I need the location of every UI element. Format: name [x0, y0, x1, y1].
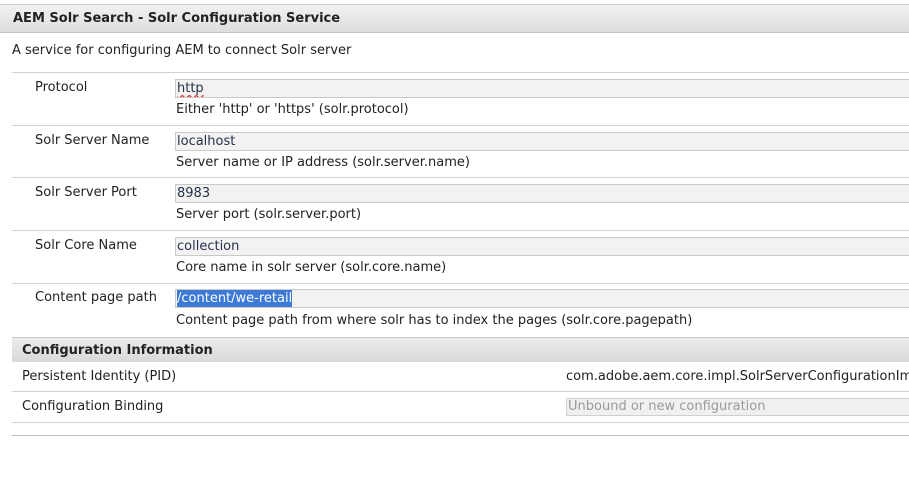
- server-name-input[interactable]: localhost: [175, 132, 909, 151]
- binding-field: Unbound or new configuration: [566, 398, 909, 416]
- content-path-value: /content/we-retail: [177, 290, 293, 307]
- config-info-header: Configuration Information: [12, 337, 909, 362]
- divider: [12, 177, 909, 178]
- protocol-value: http: [177, 81, 204, 96]
- server-port-hint: Server port (solr.server.port): [176, 207, 362, 222]
- server-port-value: 8983: [177, 186, 211, 201]
- core-name-hint: Core name in solr server (solr.core.name…: [176, 260, 447, 275]
- protocol-label: Protocol: [35, 80, 88, 95]
- core-name-input[interactable]: collection: [175, 237, 909, 256]
- pid-label: Persistent Identity (PID): [22, 369, 177, 384]
- core-name-value: collection: [177, 239, 240, 254]
- protocol-input[interactable]: http: [175, 79, 909, 98]
- config-info-title: Configuration Information: [22, 343, 213, 358]
- pid-value: com.adobe.aem.core.impl.SolrServerConfig…: [566, 369, 909, 384]
- server-name-label: Solr Server Name: [35, 133, 150, 148]
- binding-value: Unbound or new configuration: [568, 399, 766, 414]
- content-path-input[interactable]: /content/we-retail: [175, 289, 909, 308]
- divider: [12, 125, 909, 126]
- core-name-label: Solr Core Name: [35, 238, 137, 253]
- divider: [12, 230, 909, 231]
- server-port-input[interactable]: 8983: [175, 184, 909, 203]
- server-port-label: Solr Server Port: [35, 185, 137, 200]
- content-path-hint: Content page path from where solr has to…: [176, 313, 693, 328]
- divider: [12, 422, 909, 423]
- divider: [12, 391, 909, 392]
- dialog-title-bar: AEM Solr Search - Solr Configuration Ser…: [0, 4, 909, 33]
- content-path-label: Content page path: [35, 290, 157, 305]
- dialog-title: AEM Solr Search - Solr Configuration Ser…: [13, 11, 341, 26]
- divider: [12, 72, 909, 73]
- bottom-border: [12, 435, 909, 436]
- binding-label: Configuration Binding: [22, 399, 164, 414]
- service-description: A service for configuring AEM to connect…: [12, 43, 352, 58]
- server-name-hint: Server name or IP address (solr.server.n…: [176, 155, 470, 170]
- protocol-hint: Either 'http' or 'https' (solr.protocol): [176, 102, 409, 117]
- server-name-value: localhost: [177, 134, 236, 149]
- divider: [12, 283, 909, 284]
